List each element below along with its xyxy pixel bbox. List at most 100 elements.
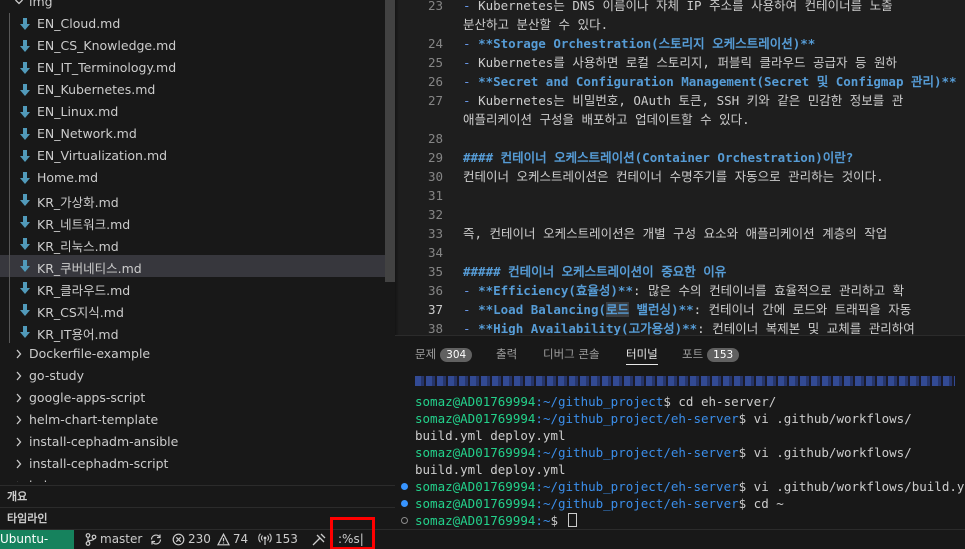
line-text: 컨테이너 오케스트레이션은 컨테이너 수명주기를 자동으로 관리하는 것이다. — [463, 169, 884, 184]
folder-item[interactable]: google-apps-script — [0, 387, 395, 409]
editor-line[interactable]: 30 컨테이너 오케스트레이션은 컨테이너 수명주기를 자동으로 관리하는 것이다… — [395, 167, 965, 186]
editor-line[interactable]: 32 — [395, 205, 965, 224]
markdown-file-icon — [20, 172, 30, 184]
prompt-user: somaz@AD01769994 — [415, 479, 536, 494]
outline-section-header[interactable]: 개요 — [0, 485, 395, 507]
remote-indicator[interactable]: Ubuntu-20.04 — [0, 530, 74, 549]
editor-line[interactable]: 애플리케이션 구성을 배포하고 업데이트할 수 있다. — [395, 110, 965, 129]
panel-tab[interactable]: 디버그 콘솔 — [543, 346, 600, 362]
chevron-right-icon — [16, 349, 22, 359]
line-text: - Kubernetes를 사용하면 로컬 스토리지, 퍼블릭 클라우드 공급자… — [463, 55, 898, 70]
terminal[interactable]: somaz@AD01769994:~/github_project$ cd eh… — [395, 371, 965, 530]
line-text: 분산하고 분산할 수 있다. — [463, 17, 609, 32]
indent-guide — [9, 321, 10, 343]
file-item[interactable]: KR_클라우드.md — [0, 277, 395, 299]
prompt-command: $ cd eh-server/ — [663, 394, 777, 409]
editor-line[interactable]: 29 #### 컨테이너 오케스트레이션(Container Orchestrat… — [395, 148, 965, 167]
editor-line[interactable]: 35 ##### 컨테이너 오케스트레이션이 중요한 이유 — [395, 262, 965, 281]
panel-tab[interactable]: 터미널 — [626, 346, 658, 365]
file-item[interactable]: KR_가상화.md — [0, 189, 395, 211]
explorer-scrollbar[interactable] — [385, 0, 395, 282]
folder-item[interactable]: Dockerfile-example — [0, 343, 395, 365]
editor-line[interactable]: 24 - **Storage Orchestration(스토리지 오케스트레이션… — [395, 34, 965, 53]
terminal-output: build.yml deploy.yml — [415, 428, 566, 443]
file-item[interactable]: EN_Cloud.md — [0, 13, 395, 35]
chevron-right-icon — [16, 393, 22, 403]
file-item[interactable]: EN_Kubernetes.md — [0, 79, 395, 101]
editor-line[interactable]: 36 - **Efficiency(효율성)**: 많은 수의 컨테이너를 효율적… — [395, 281, 965, 300]
file-item[interactable]: EN_IT_Terminology.md — [0, 57, 395, 79]
editor-line[interactable]: 34 — [395, 243, 965, 262]
panel-tab-label: 포트 — [682, 347, 704, 361]
file-item[interactable]: KR_리눅스.md — [0, 233, 395, 255]
error-icon — [172, 533, 185, 545]
prompt-user: somaz@AD01769994 — [415, 394, 536, 409]
ports-indicator[interactable]: 153 — [258, 532, 298, 546]
folder-item[interactable]: install-cephadm-script — [0, 453, 395, 475]
indent-guide — [9, 79, 10, 101]
prompt-user: somaz@AD01769994 — [415, 411, 536, 426]
file-item[interactable]: KR_CS지식.md — [0, 299, 395, 321]
file-label: KR_리눅스.md — [37, 239, 119, 254]
file-item[interactable]: Home.md — [0, 167, 395, 189]
line-text: - **Storage Orchestration(스토리지 오케스트레이션)*… — [463, 36, 816, 51]
file-item[interactable]: EN_CS_Knowledge.md — [0, 35, 395, 57]
file-item[interactable]: EN_Network.md — [0, 123, 395, 145]
line-number: 25 — [427, 55, 443, 70]
editor-line[interactable]: 33 즉, 컨테이너 오케스트레이션은 개별 구성 요소와 애플리케이션 계층의 … — [395, 224, 965, 243]
line-text: - **Load Balancing(로드 밸런싱)**: 컨테이너 간에 로드… — [463, 302, 912, 317]
panel-tab-label: 출력 — [496, 347, 518, 361]
line-text: - Kubernetes는 비밀번호, OAuth 토큰, SSH 키와 같은 … — [463, 93, 904, 108]
line-number: 31 — [427, 188, 443, 203]
editor-line[interactable]: 27 - Kubernetes는 비밀번호, OAuth 토큰, SSH 키와 … — [395, 91, 965, 110]
file-item[interactable]: KR_네트워크.md — [0, 211, 395, 233]
editor-line[interactable]: 25 - Kubernetes를 사용하면 로컬 스토리지, 퍼블릭 클라우드 … — [395, 53, 965, 72]
markdown-file-icon — [20, 18, 30, 30]
problems-indicator[interactable]: 230 74 — [172, 532, 248, 546]
folder-item[interactable]: helm-chart-template — [0, 409, 395, 431]
editor-line[interactable]: 28 — [395, 129, 965, 148]
editor-line[interactable]: 23 - Kubernetes는 DNS 이름이나 자체 IP 주소를 사용하여… — [395, 0, 965, 15]
markdown-file-icon — [20, 106, 30, 118]
editor-line[interactable]: 26 - **Secret and Configuration Managemen… — [395, 72, 965, 91]
markdown-editor[interactable]: 23 - Kubernetes는 DNS 이름이나 자체 IP 주소를 사용하여… — [395, 0, 965, 335]
file-item[interactable]: EN_Linux.md — [0, 101, 395, 123]
editor-line[interactable]: 31 — [395, 186, 965, 205]
panel-tab-label: 터미널 — [626, 347, 658, 361]
sync-icon[interactable] — [149, 533, 163, 546]
markdown-file-icon — [20, 260, 30, 272]
panel-tab[interactable]: 포트 153 — [682, 346, 740, 362]
command-decoration-icon[interactable] — [401, 500, 408, 507]
line-number: 38 — [427, 321, 443, 335]
file-label: Home.md — [37, 170, 98, 185]
editor-edge-shadow — [395, 0, 399, 335]
editor-line[interactable]: 분산하고 분산할 수 있다. — [395, 15, 965, 34]
folder-item[interactable]: kubespray — [0, 475, 395, 482]
file-item[interactable]: KR_쿠버네티스.md — [0, 255, 395, 277]
panel-tab[interactable]: 문제 304 — [415, 346, 473, 362]
command-decoration-icon[interactable] — [401, 483, 408, 490]
line-number: 23 — [427, 0, 443, 13]
file-item[interactable]: KR_IT용어.md — [0, 321, 395, 343]
line-text: - **High Availability(고가용성)**: 컨테이너 복제본 … — [463, 321, 915, 335]
command-decoration-icon[interactable] — [401, 517, 408, 524]
editor-line[interactable]: 37 - **Load Balancing(로드 밸런싱)**: 컨테이너 간에 … — [395, 300, 965, 319]
editor-line[interactable]: 38 - **High Availability(고가용성)**: 컨테이너 복제… — [395, 319, 965, 335]
indent-guide — [9, 189, 10, 211]
chevron-right-icon — [16, 459, 22, 469]
prompt-path: :~/github_project — [535, 394, 664, 409]
terminal-output-line: build.yml deploy.yml — [415, 427, 566, 444]
indent-guide — [9, 101, 10, 123]
line-text: ##### 컨테이너 오케스트레이션이 중요한 이유 — [463, 264, 727, 279]
prompt-user: somaz@AD01769994 — [415, 496, 536, 511]
folder-item[interactable]: img — [0, 0, 395, 13]
file-item[interactable]: EN_Virtualization.md — [0, 145, 395, 167]
terminal-output-line: build.yml deploy.yml — [415, 461, 566, 478]
folder-item[interactable]: go-study — [0, 365, 395, 387]
panel-tab[interactable]: 출력 — [496, 346, 517, 362]
folder-item[interactable]: install-cephadm-ansible — [0, 431, 395, 453]
line-number: 36 — [427, 283, 443, 298]
chevron-right-icon — [17, 481, 18, 482]
branch-indicator[interactable]: master — [85, 532, 163, 546]
indent-guide — [9, 299, 10, 321]
